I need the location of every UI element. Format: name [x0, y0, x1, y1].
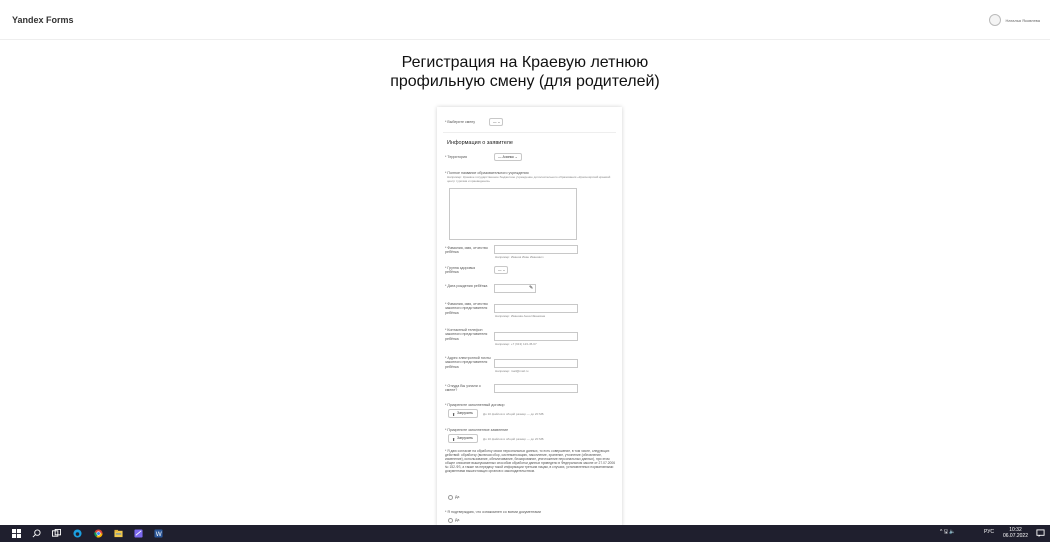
source-label: * Откуда Вы узнали о смене? [445, 384, 481, 393]
email-label: * Адрес электронной почты законного пред… [445, 356, 491, 369]
upload-icon: ⬆ [452, 437, 456, 442]
phone-label: * Контактный телефон законного представи… [445, 328, 488, 341]
file-explorer-icon[interactable] [114, 529, 123, 538]
form-card: * Выберите смену — ⌄ Информация о заявит… [437, 107, 622, 527]
notifications-icon[interactable] [1036, 529, 1045, 538]
statement-hint: До 10 файлов в общий размер — до 20 МБ [483, 437, 544, 441]
consent-text: * Я даю согласие на обработку своих перс… [445, 449, 616, 473]
consent-yes-radio[interactable] [448, 495, 453, 500]
territory-label: * Территория [445, 155, 467, 159]
confirm-yes-radio[interactable] [448, 518, 453, 523]
word-icon[interactable]: W [154, 529, 163, 538]
school-hint: Например: Краевое государственное бюджет… [447, 175, 611, 183]
statement-label: * Прикрепите заполненное заявление [445, 428, 509, 432]
child-name-hint: Например: Иванов Иван Иванович [495, 255, 544, 259]
clock[interactable]: 10:32 06.07.2022 [1003, 527, 1028, 539]
top-bar: Yandex Forms Наталья Яковлева [0, 0, 1050, 40]
upload-statement-button[interactable]: ⬆ Загрузить [448, 434, 478, 443]
snipping-tool-icon[interactable] [134, 529, 143, 538]
school-textarea[interactable] [449, 188, 577, 240]
taskbar: W ^ 🖫 🔈 РУС 10:32 06.07.2022 [0, 525, 1050, 542]
user-menu[interactable]: Наталья Яковлева [989, 14, 1040, 26]
shift-select[interactable]: — ⌄ [489, 118, 503, 126]
parent-name-hint: Например: Иванова Анна Ивановна [495, 314, 546, 318]
child-name-label: * Фамилия, имя, отчество ребёнка [445, 246, 488, 255]
user-name[interactable]: Наталья Яковлева [1005, 18, 1040, 23]
contract-hint: До 10 файлов в общий размер — до 20 МБ [483, 412, 544, 416]
system-tray-icons[interactable]: ^ 🖫 🔈 [940, 529, 956, 537]
email-input[interactable] [494, 359, 578, 368]
birth-label: * Дата рождения ребёнка [445, 284, 488, 288]
search-icon[interactable] [32, 529, 41, 538]
confirm-yes-label: Да [455, 518, 460, 522]
calendar-icon[interactable]: ✎ [529, 285, 533, 291]
upload-icon: ⬆ [452, 412, 456, 417]
divider [443, 132, 616, 133]
windows-start-icon[interactable] [12, 529, 21, 538]
brand-logo[interactable]: Yandex Forms [12, 15, 74, 25]
section-title: Информация о заявителе [447, 140, 513, 146]
email-hint: Например: mail@mail.ru [495, 369, 529, 373]
territory-select[interactable]: — Ачинск ⌄ [494, 153, 522, 161]
parent-name-label: * Фамилия, имя, отчество законного предс… [445, 302, 488, 315]
task-view-icon[interactable] [52, 529, 61, 538]
phone-input[interactable] [494, 332, 578, 341]
upload-contract-button[interactable]: ⬆ Загрузить [448, 409, 478, 418]
page-title: Регистрация на Краевую летнюю профильную… [390, 54, 660, 90]
contract-label: * Прикрепите заполненный договор [445, 403, 505, 407]
phone-hint: Например: +7 (913) 123-45-67 [495, 342, 537, 346]
shift-label: * Выберите смену [445, 120, 476, 124]
confirm-label: * Я подтверждаю, что ознакомлен со всеми… [445, 510, 541, 514]
consent-yes-label: Да [455, 495, 460, 499]
health-label: * Группа здоровья ребёнка [445, 266, 476, 275]
edge-icon[interactable] [73, 529, 82, 538]
chrome-icon[interactable] [94, 529, 103, 538]
avatar[interactable] [989, 14, 1002, 26]
svg-text:W: W [156, 531, 162, 538]
source-input[interactable] [494, 384, 578, 393]
health-select[interactable]: — ⌄ [494, 266, 508, 274]
child-name-input[interactable] [494, 245, 578, 254]
language-indicator[interactable]: РУС [984, 529, 994, 535]
parent-name-input[interactable] [494, 304, 578, 313]
